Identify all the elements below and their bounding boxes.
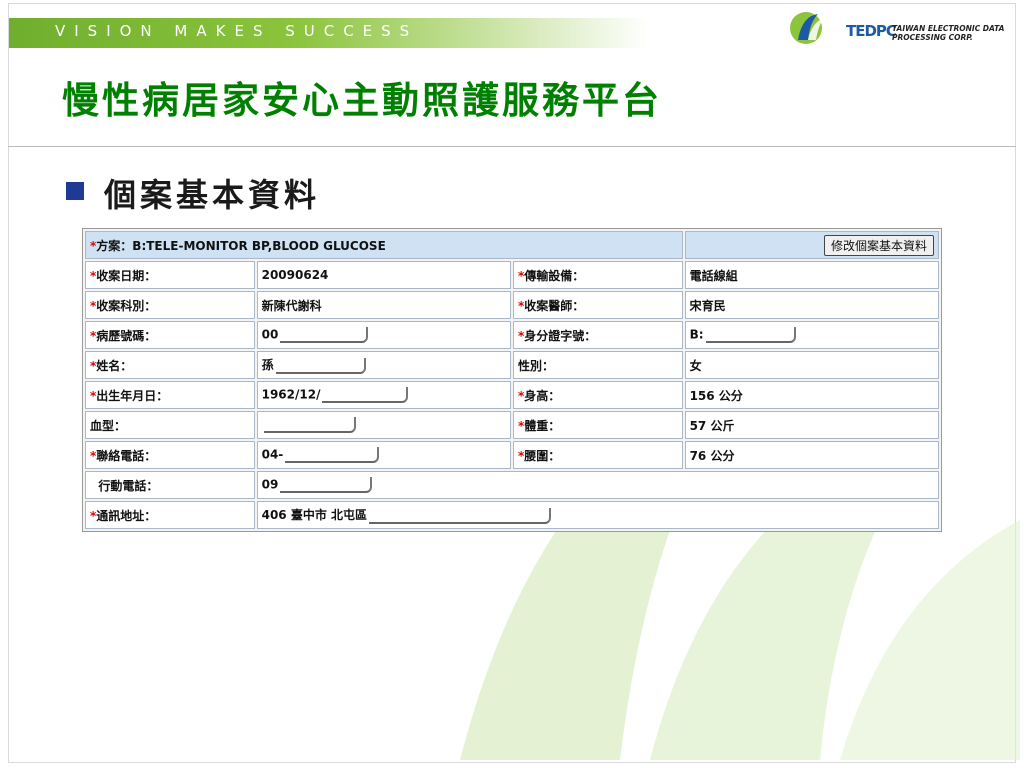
plan-cell: *方案：B:TELE-MONITOR BP,BLOOD GLUCOSE bbox=[85, 231, 683, 259]
birth-date-label: 出生年月日： bbox=[96, 388, 169, 403]
redaction-mask bbox=[369, 507, 551, 524]
waist-value: 76 公分 bbox=[684, 441, 939, 469]
gender-value: 女 bbox=[684, 351, 939, 379]
doctor-label: 收案醫師： bbox=[524, 298, 585, 313]
field-label: *體重： bbox=[512, 411, 683, 439]
mobile-value: 09 bbox=[261, 477, 279, 492]
gender-label: 性別： bbox=[517, 358, 554, 373]
field-label: *收案科別： bbox=[85, 291, 255, 319]
mobile-cell: 09 bbox=[256, 471, 939, 499]
field-label: 性別： bbox=[512, 351, 683, 379]
phone-label: 聯絡電話： bbox=[96, 448, 157, 463]
record-number-label: 病歷號碼： bbox=[96, 328, 157, 343]
weight-value: 57 公斤 bbox=[684, 411, 939, 439]
blood-type-label: 血型： bbox=[90, 418, 127, 433]
department-value: 新陳代謝科 bbox=[256, 291, 511, 319]
table-row: 行動電話： 09 bbox=[85, 471, 939, 499]
company-line-1: TAIWAN ELECTRONIC DATA bbox=[892, 24, 1005, 33]
table-row: *姓名： 孫 性別： 女 bbox=[85, 351, 939, 379]
height-value: 156 公分 bbox=[684, 381, 939, 409]
tagline: VISION MAKES SUCCESS bbox=[55, 22, 419, 40]
table-row: *通訊地址： 406 臺中市 北屯區 bbox=[85, 501, 939, 529]
department-label: 收案科別： bbox=[96, 298, 157, 313]
redaction-mask bbox=[322, 387, 409, 403]
table-row: *聯絡電話： 04- *腰圍： 76 公分 bbox=[85, 441, 939, 469]
name-cell: 孫 bbox=[256, 351, 511, 379]
id-number-cell: B: bbox=[684, 321, 939, 349]
address-label: 通訊地址： bbox=[96, 508, 157, 523]
company-name: TAIWAN ELECTRONIC DATA PROCESSING CORP. bbox=[892, 24, 1004, 42]
field-label: *姓名： bbox=[85, 351, 255, 379]
page-title: 慢性病居家安心主動照護服務平台 bbox=[62, 78, 662, 122]
company-line-2: PROCESSING CORP. bbox=[892, 33, 973, 42]
field-label: *身分證字號： bbox=[512, 321, 683, 349]
mobile-label: 行動電話： bbox=[98, 478, 159, 493]
field-label: *出生年月日： bbox=[85, 381, 255, 409]
edit-case-info-button[interactable]: 修改個案基本資料 bbox=[823, 234, 934, 256]
field-label: 行動電話： bbox=[85, 471, 255, 499]
intake-date-value: 20090624 bbox=[256, 261, 511, 289]
waist-label: 腰圍： bbox=[524, 448, 561, 463]
header-divider bbox=[8, 146, 1016, 147]
birth-date-cell: 1962/12/ bbox=[256, 381, 511, 409]
phone-value: 04- bbox=[261, 447, 284, 462]
plan-label: 方案： bbox=[96, 238, 133, 253]
device-label: 傳輸設備： bbox=[524, 268, 585, 283]
blood-type-cell bbox=[256, 411, 511, 439]
field-label: *腰圍： bbox=[512, 441, 683, 469]
table-row-plan: *方案：B:TELE-MONITOR BP,BLOOD GLUCOSE 修改個案… bbox=[85, 231, 939, 259]
intake-date-label: 收案日期： bbox=[96, 268, 157, 283]
redaction-mask bbox=[263, 417, 356, 433]
field-label: 血型： bbox=[85, 411, 255, 439]
case-info-form: *方案：B:TELE-MONITOR BP,BLOOD GLUCOSE 修改個案… bbox=[82, 228, 942, 532]
doctor-value: 宋育民 bbox=[684, 291, 939, 319]
redaction-mask bbox=[285, 447, 380, 463]
case-info-table: *方案：B:TELE-MONITOR BP,BLOOD GLUCOSE 修改個案… bbox=[83, 229, 941, 531]
table-row: *出生年月日： 1962/12/ *身高： 156 公分 bbox=[85, 381, 939, 409]
birth-date-value: 1962/12/ bbox=[261, 387, 321, 402]
field-label: *收案日期： bbox=[85, 261, 255, 289]
record-number-value: 00 bbox=[261, 327, 279, 342]
id-number-value: B: bbox=[689, 327, 704, 342]
field-label: *聯絡電話： bbox=[85, 441, 255, 469]
device-value: 電話線組 bbox=[684, 261, 939, 289]
id-number-label: 身分證字號： bbox=[524, 328, 597, 343]
table-row: 血型： *體重： 57 公斤 bbox=[85, 411, 939, 439]
field-label: *傳輸設備： bbox=[512, 261, 683, 289]
field-label: *病歷號碼： bbox=[85, 321, 255, 349]
redaction-mask bbox=[280, 327, 369, 343]
field-label: *收案醫師： bbox=[512, 291, 683, 319]
table-row: *收案科別： 新陳代謝科 *收案醫師： 宋育民 bbox=[85, 291, 939, 319]
table-row: *病歷號碼： 00 *身分證字號： B: bbox=[85, 321, 939, 349]
field-label: *身高： bbox=[512, 381, 683, 409]
address-value: 406 臺中市 北屯區 bbox=[261, 508, 367, 523]
height-label: 身高： bbox=[524, 388, 561, 403]
address-cell: 406 臺中市 北屯區 bbox=[256, 501, 939, 529]
phone-cell: 04- bbox=[256, 441, 511, 469]
redaction-mask bbox=[275, 357, 366, 374]
plan-value: B:TELE-MONITOR BP,BLOOD GLUCOSE bbox=[132, 238, 386, 253]
brand-name: TEDPC bbox=[846, 22, 897, 40]
record-number-cell: 00 bbox=[256, 321, 511, 349]
section-title: 個案基本資料 bbox=[104, 176, 321, 214]
name-value: 孫 bbox=[261, 358, 274, 373]
edit-cell: 修改個案基本資料 bbox=[684, 231, 939, 259]
weight-label: 體重： bbox=[524, 418, 561, 433]
redaction-mask bbox=[705, 327, 796, 343]
table-row: *收案日期： 20090624 *傳輸設備： 電話線組 bbox=[85, 261, 939, 289]
field-label: *通訊地址： bbox=[85, 501, 255, 529]
name-label: 姓名： bbox=[96, 358, 133, 373]
redaction-mask bbox=[280, 477, 373, 493]
section-bullet bbox=[66, 182, 84, 200]
